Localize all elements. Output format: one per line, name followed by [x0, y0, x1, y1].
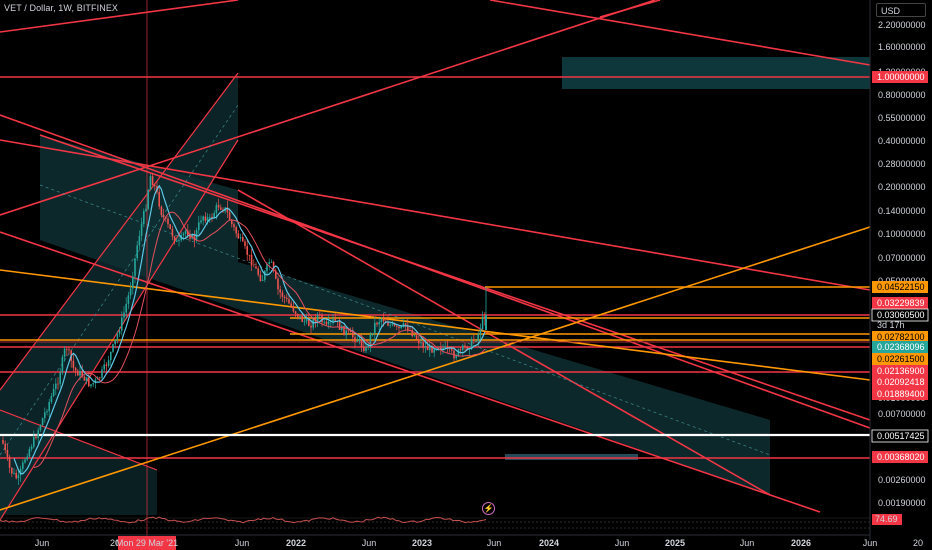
svg-text:1.00000000: 1.00000000	[877, 72, 925, 82]
target-box	[562, 57, 870, 89]
price-label: 0.00517425	[871, 429, 929, 443]
candle	[169, 224, 171, 230]
pair-label: Dollar	[29, 3, 54, 13]
price-chart[interactable]: 2.200000001.600000001.200000000.80000000…	[0, 0, 932, 550]
x-tick-label: 2024	[539, 538, 559, 548]
x-tick-label: Jun	[235, 538, 250, 548]
svg-text:74.69: 74.69	[875, 514, 898, 524]
svg-text:Mon 29 Mar '21: Mon 29 Mar '21	[116, 538, 178, 548]
svg-text:0.02261500: 0.02261500	[877, 354, 925, 364]
svg-text:0.01889400: 0.01889400	[877, 389, 925, 399]
price-label: 3d 17h	[877, 320, 905, 330]
y-tick-label: 1.60000000	[878, 42, 926, 52]
x-tick-label: 2025	[665, 538, 685, 548]
y-tick-label: 0.00700000	[878, 409, 926, 419]
y-tick-label: 0.20000000	[878, 182, 926, 192]
price-label: 0.02261500	[872, 353, 928, 365]
svg-text:0.04522150: 0.04522150	[877, 282, 925, 292]
currency-button[interactable]: USD	[876, 3, 926, 17]
event-bolt-icon[interactable]: ⚡	[482, 502, 495, 515]
price-label: 0.03229839	[872, 297, 928, 309]
indicator-value-label: 74.69	[872, 514, 902, 525]
price-label: 0.02092418	[872, 376, 928, 388]
x-tick-label: Jun	[740, 538, 755, 548]
small-box	[505, 454, 638, 460]
candle	[147, 188, 149, 211]
y-tick-label: 0.28000000	[878, 159, 926, 169]
x-tick-label: 2022	[286, 538, 306, 548]
candle	[149, 174, 152, 191]
x-tick-label: Jun	[362, 538, 377, 548]
y-tick-label: 0.55000000	[878, 113, 926, 123]
x-tick-label: 2026	[791, 538, 811, 548]
exchange-label: BITFINEX	[76, 3, 119, 13]
y-tick-label: 0.14000000	[878, 206, 926, 216]
x-tick-label: Jun	[863, 538, 878, 548]
y-tick-label: 0.00260000	[878, 475, 926, 485]
x-tick-label: 20	[913, 538, 923, 548]
y-tick-label: 2.20000000	[878, 20, 926, 30]
price-label: 0.02368096	[872, 341, 928, 353]
svg-text:0.02368096: 0.02368096	[877, 342, 925, 352]
x-tick-label: Jun	[35, 538, 50, 548]
price-label: 0.01889400	[872, 388, 928, 400]
candle	[61, 354, 64, 375]
svg-text:0.00517425: 0.00517425	[877, 431, 925, 441]
price-axis: 2.200000001.600000001.200000000.80000000…	[869, 0, 932, 550]
y-tick-label: 0.10000000	[878, 229, 926, 239]
crosshair-date-label: Mon 29 Mar '21	[116, 536, 178, 550]
candle	[112, 343, 114, 354]
price-label: 0.04522150	[872, 281, 928, 293]
y-tick-label: 0.80000000	[878, 90, 926, 100]
svg-text:0.03229839: 0.03229839	[877, 298, 925, 308]
y-tick-label: 0.07000000	[878, 253, 926, 263]
svg-text:0.02782100: 0.02782100	[877, 332, 925, 342]
price-label: 1.00000000	[872, 71, 928, 83]
price-label: 0.00368020	[872, 451, 928, 463]
chart-header: VET / Dollar, 1W, BITFINEX	[4, 3, 119, 13]
price-label: 0.02136900	[872, 365, 928, 377]
y-tick-label: 0.40000000	[878, 136, 926, 146]
x-tick-label: Jun	[615, 538, 630, 548]
svg-text:0.00368020: 0.00368020	[877, 452, 925, 462]
svg-text:0.02136900: 0.02136900	[877, 366, 925, 376]
symbol-label[interactable]: VET	[4, 3, 22, 13]
interval-label[interactable]: 1W	[58, 3, 71, 13]
svg-text:3d 17h: 3d 17h	[877, 320, 905, 330]
x-tick-label: Jun	[487, 538, 502, 548]
candle	[41, 417, 44, 426]
svg-text:0.02092418: 0.02092418	[877, 377, 925, 387]
x-tick-label: 2023	[412, 538, 432, 548]
y-tick-label: 0.00190000	[878, 498, 926, 508]
svg-text:0.03060500: 0.03060500	[877, 310, 925, 320]
